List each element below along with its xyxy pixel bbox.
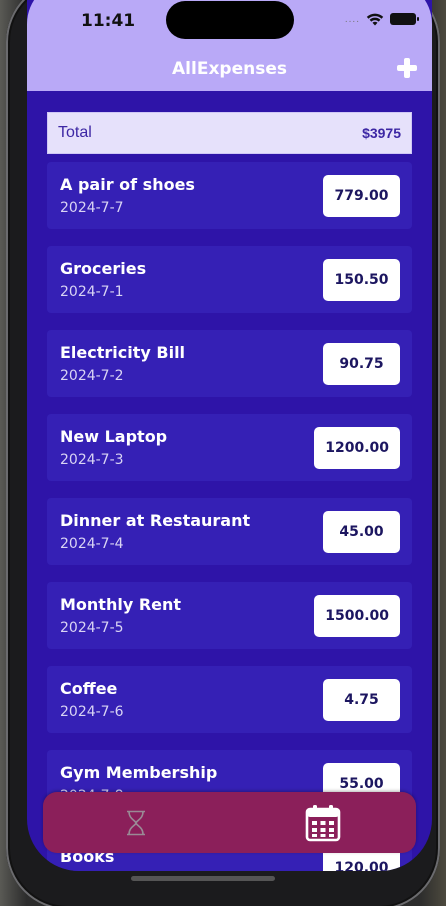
expense-amount: 1500.00 <box>314 595 400 637</box>
expense-name: Monthly Rent <box>60 595 182 614</box>
tab-calendar[interactable] <box>230 792 416 853</box>
status-time: 11:41 <box>81 11 136 31</box>
calendar-icon <box>305 804 341 841</box>
expense-date: 2024-7-2 <box>60 368 124 384</box>
expense-date: 2024-7-5 <box>60 620 124 636</box>
list-item[interactable]: Electricity Bill 2024-7-2 90.75 <box>47 330 412 397</box>
phone-frame: 11:41 .... AllExpenses Total $3975 A pai… <box>6 0 440 906</box>
expense-name: Gym Membership <box>60 763 218 782</box>
status-icons: .... <box>344 12 419 26</box>
tab-bar <box>43 792 416 853</box>
total-label: Total <box>58 124 92 141</box>
expense-amount: 90.75 <box>323 343 400 385</box>
tab-history[interactable] <box>43 792 229 853</box>
expense-name: New Laptop <box>60 427 168 446</box>
expense-amount: 150.50 <box>323 259 400 301</box>
list-item[interactable]: Coffee 2024-7-6 4.75 <box>47 666 412 733</box>
list-item[interactable]: Groceries 2024-7-1 150.50 <box>47 246 412 313</box>
dynamic-island <box>166 1 294 39</box>
expense-name: Electricity Bill <box>60 343 186 362</box>
battery-icon <box>390 13 419 25</box>
list-item[interactable]: New Laptop 2024-7-3 1200.00 <box>47 414 412 481</box>
add-expense-button[interactable] <box>395 56 419 80</box>
expense-amount: 779.00 <box>323 175 400 217</box>
list-item[interactable]: Dinner at Restaurant 2024-7-4 45.00 <box>47 498 412 565</box>
expense-date: 2024-7-7 <box>60 200 124 216</box>
expense-amount: 45.00 <box>323 511 400 553</box>
signal-icon: .... <box>344 13 360 25</box>
expense-date: 2024-7-1 <box>60 284 124 300</box>
expense-name: Groceries <box>60 259 147 278</box>
expense-name: Dinner at Restaurant <box>60 511 251 530</box>
expense-name: A pair of shoes <box>60 175 195 194</box>
total-value: $3975 <box>362 125 401 141</box>
expense-date: 2024-7-4 <box>60 536 124 552</box>
page-title: AllExpenses <box>172 59 287 79</box>
wifi-icon <box>366 13 384 26</box>
expense-amount: 1200.00 <box>314 427 400 469</box>
expense-name: Coffee <box>60 679 118 698</box>
expense-amount: 4.75 <box>323 679 400 721</box>
list-item[interactable]: Monthly Rent 2024-7-5 1500.00 <box>47 582 412 649</box>
expense-list: A pair of shoes 2024-7-7 779.00 Grocerie… <box>47 162 412 871</box>
list-item[interactable]: A pair of shoes 2024-7-7 779.00 <box>47 162 412 229</box>
home-indicator <box>131 876 275 881</box>
header-bar: 11:41 .... AllExpenses <box>27 0 432 91</box>
app-screen: 11:41 .... AllExpenses Total $3975 A pai… <box>27 0 432 871</box>
expense-date: 2024-7-3 <box>60 452 124 468</box>
hourglass-icon <box>127 810 145 835</box>
expense-date: 2024-7-6 <box>60 704 124 720</box>
total-summary: Total $3975 <box>47 112 412 154</box>
